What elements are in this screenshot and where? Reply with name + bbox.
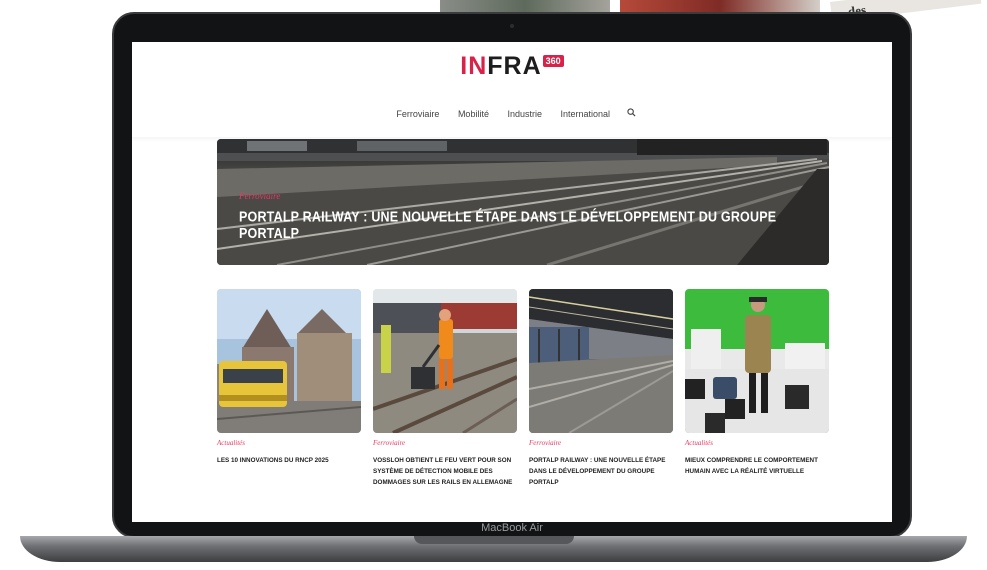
article-card[interactable]: Ferroviaire VOSSLOH OBTIENT LE FEU VERT … (373, 289, 517, 509)
laptop-base-notch (413, 536, 574, 544)
logo-part-dark: FRA (487, 52, 542, 80)
green-screen-vr-photo[interactable] (685, 289, 829, 433)
platform-tracks-photo[interactable] (529, 289, 673, 433)
logo-part-red: IN (460, 52, 488, 80)
card-category[interactable]: Actualités (217, 439, 245, 447)
article-card[interactable]: Ferroviaire PORTALP RAILWAY : UNE NOUVEL… (529, 289, 673, 509)
hero-photo-tracks (217, 139, 829, 265)
camera-dot (510, 24, 514, 28)
card-title[interactable]: MIEUX COMPRENDRE LE COMPORTEMENT HUMAIN … (685, 455, 835, 477)
card-title[interactable]: PORTALP RAILWAY : UNE NOUVELLE ÉTAPE DAN… (529, 455, 679, 488)
card-category[interactable]: Ferroviaire (373, 439, 405, 447)
logo-badge: 360 (542, 55, 564, 67)
article-grid: Actualités LES 10 INNOVATIONS DU RNCP 20… (217, 289, 829, 509)
card-title[interactable]: VOSSLOH OBTIENT LE FEU VERT POUR SON SYS… (373, 455, 523, 488)
search-icon[interactable] (626, 108, 636, 119)
nav-item-industrie[interactable]: Industrie (507, 109, 542, 119)
laptop-base (20, 536, 967, 562)
main-nav: Ferroviaire Mobilité Industrie Internati… (132, 108, 892, 120)
laptop-screen: INFRA 360 Ferroviaire Mobilité Industrie … (132, 42, 892, 522)
article-card[interactable]: Actualités LES 10 INNOVATIONS DU RNCP 20… (217, 289, 361, 509)
hero-article[interactable]: Ferroviaire PORTALP RAILWAY : UNE NOUVEL… (217, 139, 829, 265)
hero-category[interactable]: Ferroviaire (239, 191, 280, 201)
tram-city-photo[interactable] (217, 289, 361, 433)
rail-worker-photo[interactable] (373, 289, 517, 433)
nav-item-mobilite[interactable]: Mobilité (458, 109, 489, 119)
nav-item-ferroviaire[interactable]: Ferroviaire (396, 109, 439, 119)
site-logo[interactable]: INFRA 360 (132, 52, 892, 81)
article-card[interactable]: Actualités MIEUX COMPRENDRE LE COMPORTEM… (685, 289, 829, 509)
card-category[interactable]: Ferroviaire (529, 439, 561, 447)
site-header: INFRA 360 Ferroviaire Mobilité Industrie … (132, 42, 892, 137)
card-category[interactable]: Actualités (685, 439, 713, 447)
card-title[interactable]: LES 10 INNOVATIONS DU RNCP 2025 (217, 455, 367, 466)
hero-title[interactable]: PORTALP RAILWAY : UNE NOUVELLE ÉTAPE DAN… (239, 209, 799, 241)
nav-item-international[interactable]: International (561, 109, 611, 119)
laptop-lid: INFRA 360 Ferroviaire Mobilité Industrie … (112, 12, 912, 538)
